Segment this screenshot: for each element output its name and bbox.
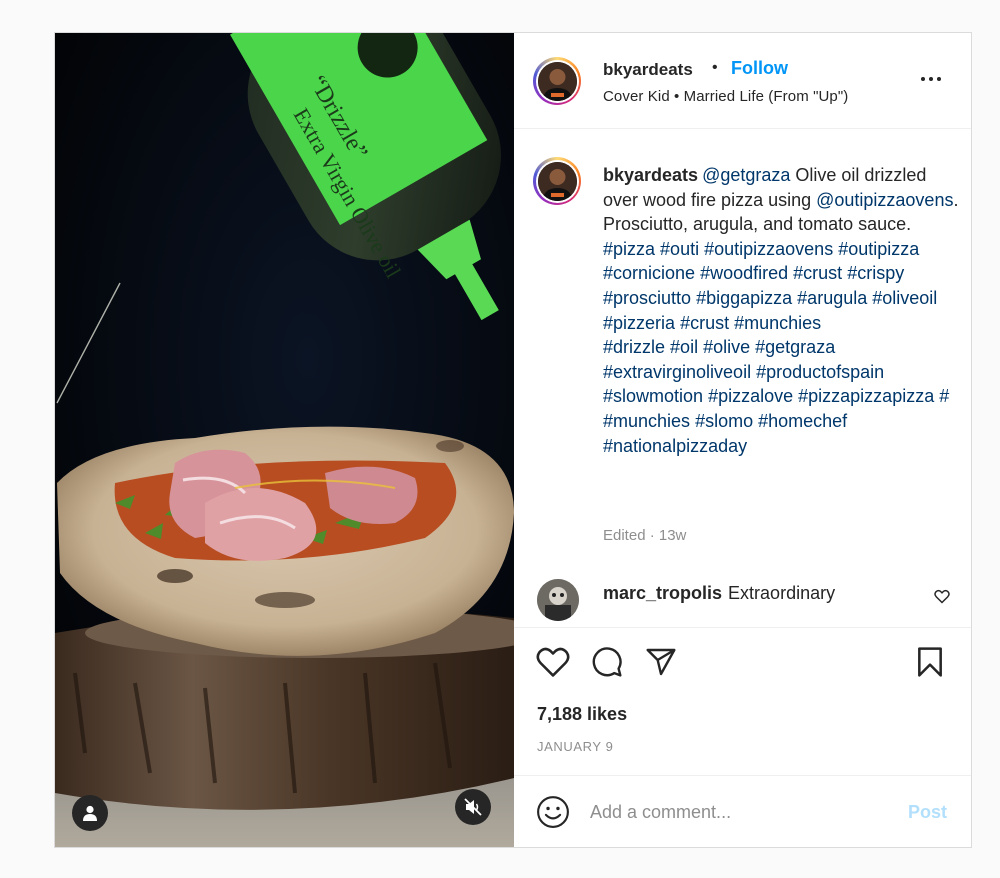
hashtag-link[interactable]: #outipizza [838,239,919,259]
hashtag-link[interactable]: #crispy [847,263,904,283]
hashtag-link[interactable]: #drizzle [603,337,665,357]
more-options-icon[interactable] [917,69,945,89]
hashtag-link[interactable]: #outipizzaovens [704,239,833,259]
comment-item: marc_tropolis Extraordinary [603,583,835,604]
avatar-photo [537,61,577,101]
hashtag-link[interactable]: #slowmotion [603,386,703,406]
audio-track-link[interactable]: Cover Kid • Married Life (From "Up") [603,88,848,105]
hashtag-link[interactable]: #crust [793,263,842,283]
avatar-photo [537,579,579,621]
hashtag-link[interactable]: #homechef [758,411,847,431]
hashtag-link[interactable]: #slomo [695,411,753,431]
smiley-icon[interactable] [536,795,570,829]
heart-outline-icon [934,589,950,604]
post-header: bkyardeats • Follow Cover Kid • Married … [514,33,971,129]
author-avatar[interactable] [533,57,581,105]
hashtag-link[interactable]: #crust [680,313,729,333]
author-username[interactable]: bkyardeats [603,60,693,80]
post-video[interactable]: Extra Virgin Olive oil “Drizzle” [55,33,514,847]
hashtag-link[interactable]: #pizzeria [603,313,675,333]
header-separator: • [712,59,718,76]
hashtag-link[interactable]: # [939,386,949,406]
hashtag-link[interactable]: #pizza [603,239,655,259]
caption-author-avatar[interactable] [533,157,581,205]
instagram-post: Extra Virgin Olive oil “Drizzle” bkyarde… [54,32,972,848]
user-tag-button[interactable] [72,795,108,831]
hashtag-link[interactable]: #getgraza [755,337,835,357]
hashtag-link[interactable]: #oliveoil [872,288,937,308]
comments-section: bkyardeats @getgraza Olive oil drizzled o… [514,129,971,627]
post-comment-button[interactable]: Post [908,802,947,823]
hashtag-link[interactable]: #extravirginoliveoil [603,362,751,382]
hashtag-link[interactable]: #biggapizza [696,288,792,308]
post-side-panel: bkyardeats • Follow Cover Kid • Married … [514,33,971,847]
heart-icon[interactable] [536,646,570,678]
actions-divider [514,627,971,628]
hashtag-link[interactable]: #arugula [797,288,867,308]
follow-button[interactable]: Follow [731,58,788,79]
hashtag-link[interactable]: #productofspain [756,362,884,382]
hashtag-link[interactable]: #prosciutto [603,288,691,308]
bookmark-icon[interactable] [915,646,945,678]
hashtag-link[interactable]: #olive [703,337,750,357]
avatar-photo [537,161,577,201]
comment-text: Extraordinary [728,583,836,603]
pizza-video-frame: Extra Virgin Olive oil “Drizzle” [55,33,514,847]
comment-composer: Post [514,775,971,847]
comment-bubble-icon[interactable] [590,646,624,678]
hashtag-link[interactable]: #nationalpizzaday [603,436,747,456]
hashtag-link[interactable]: #outi [660,239,699,259]
hashtag-link[interactable]: #woodfired [700,263,788,283]
mention-link[interactable]: @outipizzaovens [816,190,953,210]
commenter-avatar[interactable] [537,579,579,621]
hashtag-block: #drizzle #oil #olive #getgraza #extravir… [603,335,963,458]
paper-plane-icon[interactable] [644,646,678,678]
hashtag-link[interactable]: #oil [670,337,698,357]
hashtag-link[interactable]: #pizzapizzapizza [798,386,934,406]
hashtag-block: #pizza #outi #outipizzaovens #outipizza … [603,237,963,335]
speaker-muted-icon [464,798,482,816]
hashtag-link[interactable]: #pizzalove [708,386,793,406]
mute-button[interactable] [455,789,491,825]
commenter-username[interactable]: marc_tropolis [603,583,722,603]
mention-link[interactable]: @getgraza [702,165,790,185]
user-icon [83,805,97,821]
caption-username[interactable]: bkyardeats [603,165,698,185]
hashtag-link[interactable]: #munchies [603,411,690,431]
hashtag-link[interactable]: #munchies [734,313,821,333]
post-caption: bkyardeats @getgraza Olive oil drizzled o… [603,163,963,458]
comment-input[interactable] [590,800,880,824]
action-bar [514,646,971,686]
post-date: JANUARY 9 [537,739,614,754]
likes-count[interactable]: 7,188 likes [537,704,627,725]
edited-timestamp: Edited · 13w [603,527,687,544]
hashtag-link[interactable]: #cornicione [603,263,695,283]
comment-like-button[interactable] [934,589,950,609]
